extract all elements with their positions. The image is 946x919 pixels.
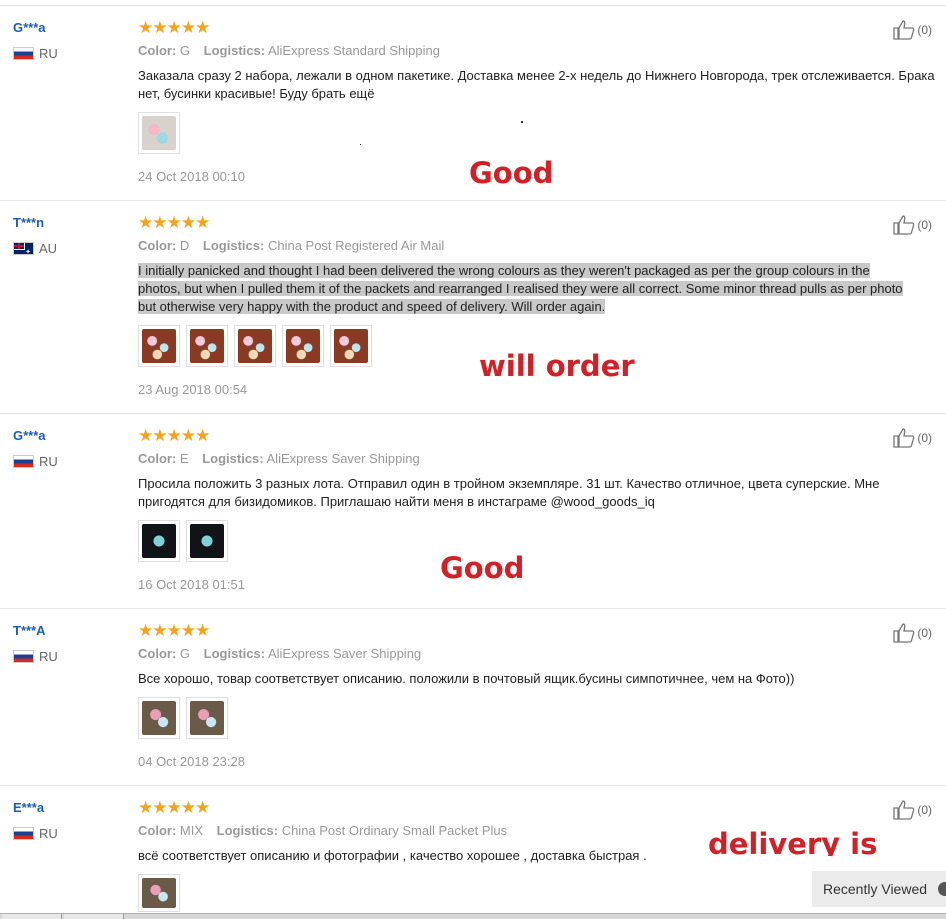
artifact-dot [521,121,523,123]
color-value: D [179,238,190,253]
overlay-caption: delivery is fast. [708,827,878,856]
thumbs-up-icon [893,428,915,448]
star-rating: ★★★★★ [138,621,210,640]
review-meta: Color: E Logistics: AliExpress Saver Shi… [138,451,420,466]
review-meta: Color: G Logistics: AliExpress Saver Shi… [138,646,422,661]
selected-text: I initially panicked and thought I had b… [138,263,903,314]
color-value: E [179,451,189,466]
helpful-button[interactable]: (0) [893,623,932,643]
helpful-button[interactable]: (0) [893,20,932,40]
reviewer-country: RU [13,826,58,841]
review-meta: Color: G Logistics: AliExpress Standard … [138,43,440,58]
helpful-count: (0) [917,431,932,445]
divider [0,785,946,786]
review-date: 04 Oct 2018 23:28 [138,754,245,769]
flag-ru-icon [13,650,34,663]
recently-viewed-tab[interactable]: Recently Viewed [812,871,946,907]
logistics-value: AliExpress Saver Shipping [267,646,422,661]
logistics-value: China Post Ordinary Small Packet Plus [281,823,508,838]
recently-viewed-label: Recently Viewed [823,881,928,897]
flag-ru-icon [13,827,34,840]
review-photo[interactable] [138,112,180,154]
review-photos [138,325,372,367]
logistics-value: China Post Registered Air Mail [267,238,445,253]
thumbs-up-icon [893,215,915,235]
color-value: G [179,43,191,58]
review-photo[interactable] [138,874,180,912]
review-date: 23 Aug 2018 00:54 [138,382,248,397]
overlay-caption: Good quality [440,551,525,580]
review-photo[interactable] [186,325,228,367]
review-meta: Color: MIX Logistics: China Post Ordinar… [138,823,508,838]
helpful-button[interactable]: (0) [893,800,932,820]
logistics-value: AliExpress Saver Shipping [266,451,420,466]
reviewer-name[interactable]: T***A [13,623,46,638]
review-date: 16 Oct 2018 01:51 [138,577,245,592]
review-text: I initially panicked and thought I had b… [138,262,913,316]
thumbs-up-icon [893,20,915,40]
star-rating: ★★★★★ [138,213,210,232]
thumbs-up-icon [893,800,915,820]
thumbs-up-icon [893,623,915,643]
helpful-button[interactable]: (0) [893,215,932,235]
divider [0,413,946,414]
color-value: MIX [179,823,204,838]
reviewer-country: RU [13,649,58,664]
reviewer-country: AU [13,241,57,256]
color-value: G [179,646,191,661]
review-date: 24 Oct 2018 00:10 [138,169,245,184]
overlay-caption: will order again [479,349,635,378]
helpful-count: (0) [917,218,932,232]
reviewer-name[interactable]: T***n [13,215,44,230]
review-photo[interactable] [138,325,180,367]
helpful-count: (0) [917,626,932,640]
review-photo[interactable] [138,520,180,562]
taskbar [0,913,946,919]
flag-ru-icon [13,47,34,60]
logistics-value: AliExpress Standard Shipping [267,43,440,58]
taskbar-item[interactable] [2,914,62,919]
review-photos [138,874,180,912]
reviewer-country: RU [13,454,58,469]
artifact-dot [360,144,361,145]
divider [0,5,946,6]
star-rating: ★★★★★ [138,798,210,817]
flag-ru-icon [13,455,34,468]
review-photos [138,112,180,154]
taskbar-item[interactable] [64,914,124,919]
collapse-icon[interactable] [938,882,946,896]
country-code: RU [39,649,58,664]
helpful-count: (0) [917,803,932,817]
country-code: RU [39,46,58,61]
review-photo[interactable] [282,325,324,367]
overlay-caption: Good product [469,156,554,185]
star-rating: ★★★★★ [138,18,210,37]
reviewer-name[interactable]: G***a [13,20,46,35]
review-text: Все хорошо, товар соответствует описанию… [138,671,795,686]
flag-au-icon [13,242,34,255]
country-code: AU [39,241,58,256]
review-photos [138,697,228,739]
reviewer-name[interactable]: E***a [13,800,44,815]
review-photo[interactable] [330,325,372,367]
review-text: Заказала сразу 2 набора, лежали в одном … [138,68,935,101]
divider [0,608,946,609]
review-photo[interactable] [186,520,228,562]
helpful-button[interactable]: (0) [893,428,932,448]
review-meta: Color: D Logistics: China Post Registere… [138,238,445,253]
review-photos [138,520,228,562]
review-photo[interactable] [234,325,276,367]
star-rating: ★★★★★ [138,426,210,445]
country-code: RU [39,826,58,841]
review-text: Просила положить 3 разных лота. Отправил… [138,476,880,509]
divider [0,200,946,201]
reviewer-country: RU [13,46,58,61]
country-code: RU [39,454,58,469]
review-photo[interactable] [186,697,228,739]
reviewer-name[interactable]: G***a [13,428,46,443]
helpful-count: (0) [917,23,932,37]
review-photo[interactable] [138,697,180,739]
